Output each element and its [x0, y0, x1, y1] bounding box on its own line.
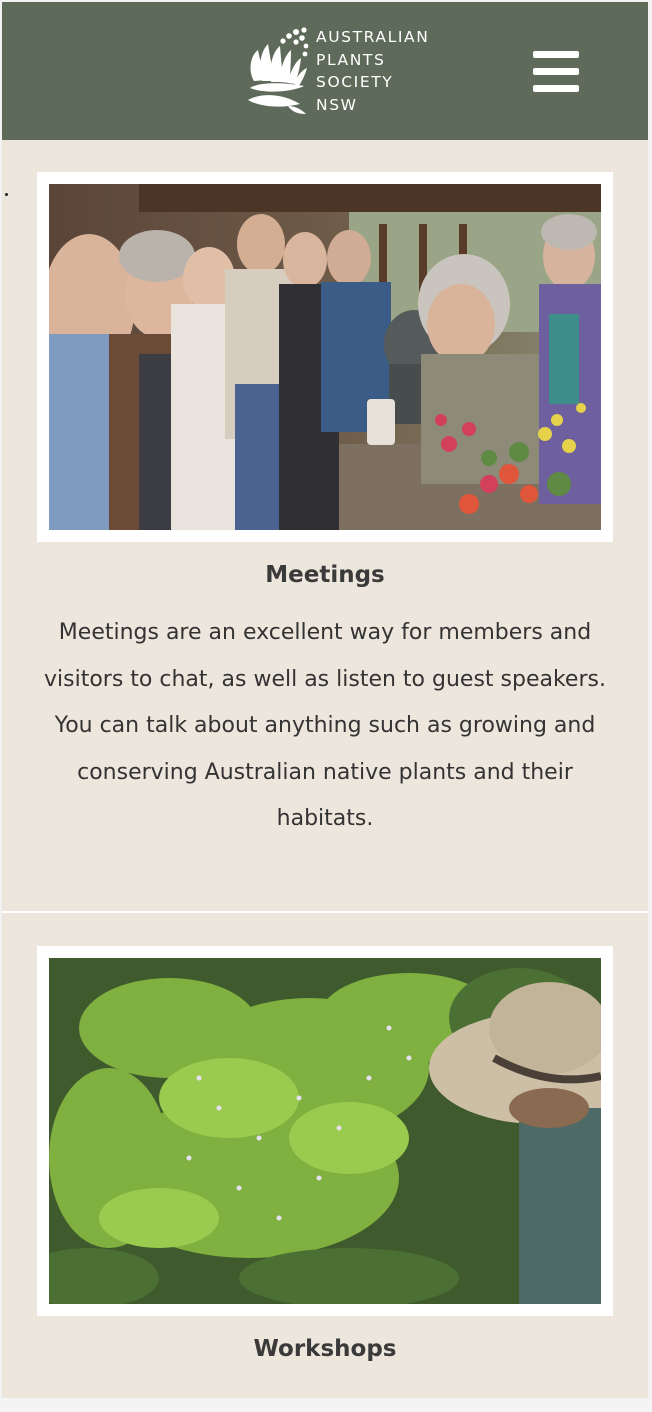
browser-bottom-strip [0, 1398, 652, 1412]
site-logo[interactable]: AUSTRALIAN PLANTS SOCIETY NSW [244, 26, 444, 116]
logo-line-1: AUSTRALIAN [316, 28, 430, 46]
section-divider [2, 911, 648, 913]
meetings-photo[interactable] [49, 184, 601, 530]
logo-line-2: PLANTS [316, 50, 386, 69]
workshops-photo[interactable] [49, 958, 601, 1304]
workshops-photo-frame [37, 946, 613, 1316]
meetings-photo-frame [37, 172, 613, 542]
meetings-title: Meetings [265, 562, 385, 588]
logo-wordmark: AUSTRALIAN PLANTS SOCIETY NSW [316, 26, 429, 116]
page-frame: AUSTRALIAN PLANTS SOCIETY NSW Meetings M… [2, 2, 648, 1398]
meetings-description: Meetings are an excellent way for member… [44, 620, 606, 831]
waratah-logo-icon [248, 27, 309, 114]
site-header: AUSTRALIAN PLANTS SOCIETY NSW [2, 2, 648, 140]
logo-line-4: NSW [316, 95, 358, 114]
workshops-title: Workshops [253, 1336, 397, 1362]
hamburger-menu-icon[interactable] [533, 51, 579, 93]
logo-line-3: SOCIETY [316, 73, 394, 91]
stray-dot [5, 193, 8, 196]
